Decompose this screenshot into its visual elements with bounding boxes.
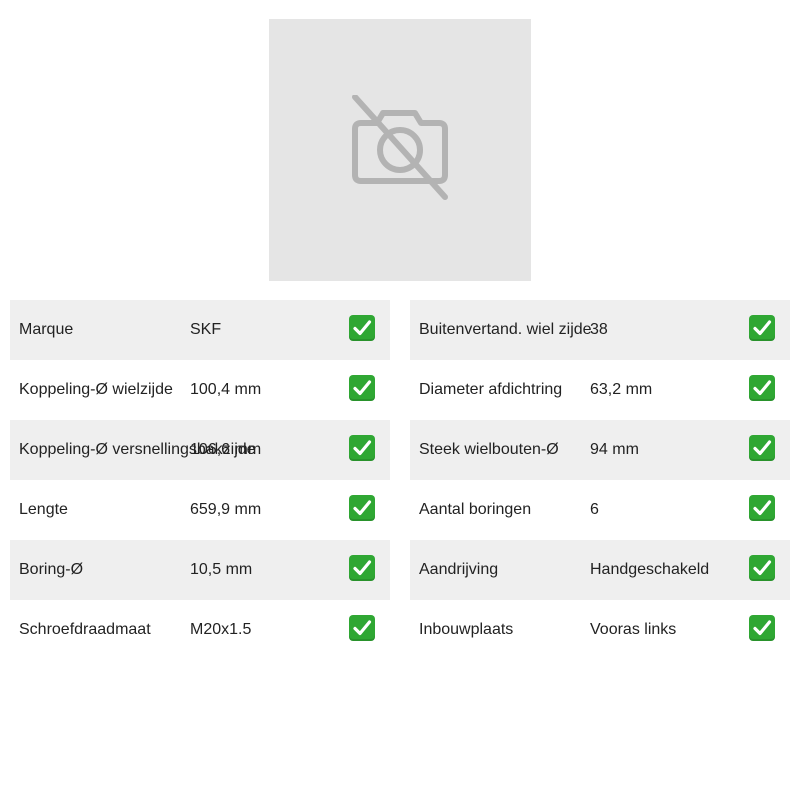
spec-row: Marque SKF xyxy=(10,300,390,360)
check-mark-icon xyxy=(749,435,775,461)
check-mark-icon xyxy=(349,315,375,341)
spec-value: 38 xyxy=(590,321,608,338)
spec-label: Diameter afdichtring xyxy=(419,381,563,398)
spec-label: Lengte xyxy=(19,501,68,518)
spec-row: Lengte 659,9 mm xyxy=(10,480,390,540)
spec-label: Koppeling-Ø wielzijde xyxy=(19,381,173,398)
no-image-camera-icon xyxy=(352,95,448,200)
spec-value: 94 mm xyxy=(590,441,639,458)
spec-label: Inbouwplaats xyxy=(419,621,514,638)
check-mark-icon xyxy=(749,615,775,641)
spec-value: SKF xyxy=(190,321,222,338)
spec-value: Handgeschakeld xyxy=(590,561,710,578)
spec-value: 63,2 mm xyxy=(590,381,653,398)
spec-row: Aandrijving Handgeschakeld xyxy=(410,540,790,600)
spec-value: 106,6 mm xyxy=(190,441,262,458)
specs-table-left: Marque SKF Koppeling-Ø wielzijde 100,4 m… xyxy=(10,300,390,660)
check-mark-icon xyxy=(349,615,375,641)
spec-value: 10,5 mm xyxy=(190,561,253,578)
check-mark-icon xyxy=(349,375,375,401)
spec-label: Buitenvertand. wiel zijde xyxy=(419,321,592,338)
spec-label: Boring-Ø xyxy=(19,561,84,578)
spec-label: Steek wielbouten-Ø xyxy=(419,441,559,458)
spec-value: Vooras links xyxy=(590,621,677,638)
check-mark-icon xyxy=(749,555,775,581)
spec-value: M20x1.5 xyxy=(190,621,252,638)
spec-value: 6 xyxy=(590,501,599,518)
spec-label: Marque xyxy=(19,321,74,338)
spec-row: Aantal boringen 6 xyxy=(410,480,790,540)
spec-label: Aandrijving xyxy=(419,561,499,578)
spec-row: Buitenvertand. wiel zijde 38 xyxy=(410,300,790,360)
check-mark-icon xyxy=(349,435,375,461)
spec-label: Aantal boringen xyxy=(419,501,532,518)
product-image-placeholder xyxy=(269,19,531,281)
spec-value: 659,9 mm xyxy=(190,501,262,518)
spec-row: Inbouwplaats Vooras links xyxy=(410,600,790,660)
spec-row: Steek wielbouten-Ø 94 mm xyxy=(410,420,790,480)
spec-value: 100,4 mm xyxy=(190,381,262,398)
spec-row: Koppeling-Ø versnellingsbakzijde 106,6 m… xyxy=(10,420,390,480)
check-mark-icon xyxy=(749,375,775,401)
product-page: Marque SKF Koppeling-Ø wielzijde 100,4 m… xyxy=(0,0,800,800)
check-mark-icon xyxy=(749,315,775,341)
check-mark-icon xyxy=(349,495,375,521)
specs-table-right: Buitenvertand. wiel zijde 38 Diameter af… xyxy=(410,300,790,660)
spec-row: Koppeling-Ø wielzijde 100,4 mm xyxy=(10,360,390,420)
spec-row: Schroefdraadmaat M20x1.5 xyxy=(10,600,390,660)
spec-row: Diameter afdichtring 63,2 mm xyxy=(410,360,790,420)
check-mark-icon xyxy=(749,495,775,521)
spec-row: Boring-Ø 10,5 mm xyxy=(10,540,390,600)
spec-label: Schroefdraadmaat xyxy=(19,621,151,638)
check-mark-icon xyxy=(349,555,375,581)
